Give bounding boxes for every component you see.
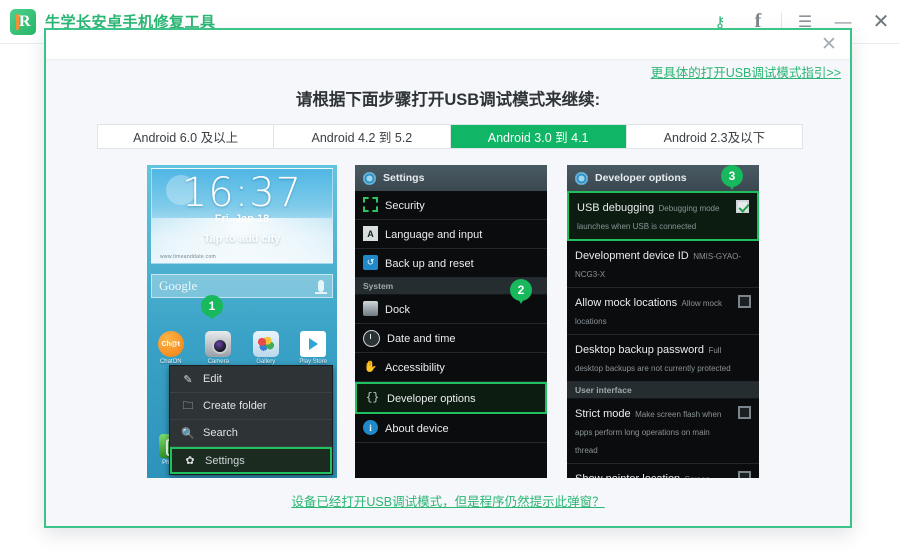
dev-row-show-pointer-location[interactable]: Show pointer location Screen overlay sho…	[567, 464, 759, 478]
usb-debug-dialog: ✕ 更具体的打开USB调试模式指引>> 请根据下面步骤打开USB调试模式来继续:…	[44, 28, 852, 528]
row-title: About device	[385, 423, 449, 435]
developer-icon: {}	[365, 391, 380, 404]
android-home-screen: 16:37 Fri. Jan 18 Tap to add city www.ti…	[147, 165, 337, 478]
settings-row-about-device[interactable]: i About device	[355, 414, 547, 443]
clock-widget: 16:37 Fri. Jan 18 Tap to add city www.ti…	[151, 168, 333, 264]
allow-mock-locations-checkbox[interactable]	[738, 295, 751, 308]
settings-row-accessibility[interactable]: ✋ Accessibility	[355, 353, 547, 382]
settings-header: Settings	[355, 165, 547, 191]
context-menu-label: Create folder	[203, 400, 267, 412]
developer-options-header-label: Developer options	[595, 172, 687, 184]
show-pointer-location-checkbox[interactable]	[738, 471, 751, 478]
row-title: Developer options	[387, 393, 476, 405]
app-logo-letter: R	[19, 12, 31, 30]
step-panels: 16:37 Fri. Jan 18 Tap to add city www.ti…	[46, 30, 850, 526]
settings-row-backup[interactable]: ↺ Back up and reset	[355, 249, 547, 278]
dev-row-desktop-backup-password[interactable]: Desktop backup password Full desktop bac…	[567, 335, 759, 382]
context-menu-item-create-folder[interactable]: 🗀 Create folder	[170, 393, 332, 420]
usb-debugging-checkbox[interactable]	[736, 200, 749, 213]
step-badge-3: 3	[721, 165, 743, 190]
gear-icon: ✿	[185, 455, 195, 467]
row-title: Strict mode	[575, 408, 631, 420]
pencil-icon: ✎	[183, 373, 193, 386]
context-menu-item-search[interactable]: 🔍 Search	[170, 420, 332, 447]
dev-row-strict-mode[interactable]: Strict mode Make screen flash when apps …	[567, 399, 759, 464]
info-icon: i	[363, 420, 378, 435]
folder-icon: 🗀	[182, 399, 194, 412]
app-window: R 牛学长安卓手机修复工具 ⚷ f ☰ — ✕ ✕ 更具体的打开USB调试模式指…	[0, 0, 900, 556]
language-icon: A	[363, 226, 378, 241]
row-title: USB debugging	[577, 202, 655, 214]
backup-icon: ↺	[363, 255, 378, 270]
row-title: Accessibility	[385, 362, 445, 374]
chaton-icon: Ch@t	[157, 331, 184, 357]
dev-section-user-interface: User interface	[567, 382, 759, 399]
dock-icon	[363, 301, 378, 316]
row-title: Date and time	[387, 333, 456, 345]
hand-icon: ✋	[363, 361, 378, 373]
step2-settings-list: Settings Security A Language and input ↺…	[355, 165, 547, 478]
still-prompting-link[interactable]: 设备已经打开USB调试模式，但是程序仍然提示此弹窗？	[46, 491, 850, 510]
row-title: Dock	[385, 304, 411, 316]
clock-time: 16:37	[181, 170, 303, 216]
row-title: Back up and reset	[385, 258, 474, 270]
gear-icon	[575, 171, 588, 185]
gallery-icon	[252, 331, 279, 357]
widget-url: www.timeanddate.com	[160, 254, 217, 260]
google-search-bar[interactable]: Google	[151, 274, 333, 298]
row-title: Security	[385, 200, 425, 212]
settings-row-security[interactable]: Security	[355, 191, 547, 220]
row-title: Show pointer location	[575, 473, 680, 478]
settings-row-language[interactable]: A Language and input	[355, 220, 547, 249]
row-title: Desktop backup password	[575, 344, 705, 356]
settings-row-date-time[interactable]: Date and time	[355, 324, 547, 353]
clock-icon	[363, 330, 380, 347]
dev-row-development-device-id[interactable]: Development device ID NMIS-GYAO-NCG3-X	[567, 241, 759, 288]
settings-row-developer-options[interactable]: {} Developer options	[355, 382, 547, 414]
security-icon	[363, 197, 378, 212]
android-settings-screen: Settings Security A Language and input ↺…	[355, 165, 547, 478]
context-menu-item-settings[interactable]: ✿ Settings	[170, 447, 332, 474]
step1-home-screen: 16:37 Fri. Jan 18 Tap to add city www.ti…	[147, 165, 337, 478]
play-store-icon	[300, 331, 327, 357]
row-title: Allow mock locations	[575, 297, 678, 309]
clock-date: Fri. Jan 18	[214, 213, 270, 225]
developer-options-screen: Developer options USB debugging Debuggin…	[567, 165, 759, 478]
google-label: Google	[159, 278, 198, 293]
context-menu-label: Search	[203, 427, 238, 439]
step-badge-2: 2	[510, 279, 532, 304]
dev-row-allow-mock-locations[interactable]: Allow mock locations Allow mock location…	[567, 288, 759, 335]
context-menu-label: Edit	[203, 373, 222, 385]
settings-header-label: Settings	[383, 172, 425, 184]
gear-icon	[363, 171, 376, 185]
dev-row-usb-debugging[interactable]: USB debugging Debugging mode launches wh…	[567, 191, 759, 241]
context-menu-label: Settings	[205, 454, 245, 467]
clock-city-hint: Tap to add city	[203, 233, 281, 245]
camera-icon	[205, 331, 232, 357]
search-icon: 🔍	[181, 427, 195, 440]
home-context-menu: ✎ Edit 🗀 Create folder 🔍 Search ✿ Settin…	[169, 365, 333, 475]
row-title: Development device ID	[575, 250, 689, 262]
close-icon[interactable]: ✕	[862, 0, 900, 43]
step3-developer-options: Developer options USB debugging Debuggin…	[567, 165, 759, 478]
step-badge-1: 1	[201, 295, 223, 320]
app-logo-icon: R	[10, 8, 36, 35]
strict-mode-checkbox[interactable]	[738, 406, 751, 419]
row-title: Language and input	[385, 229, 483, 241]
microphone-icon[interactable]	[315, 280, 327, 294]
context-menu-item-edit[interactable]: ✎ Edit	[170, 366, 332, 393]
